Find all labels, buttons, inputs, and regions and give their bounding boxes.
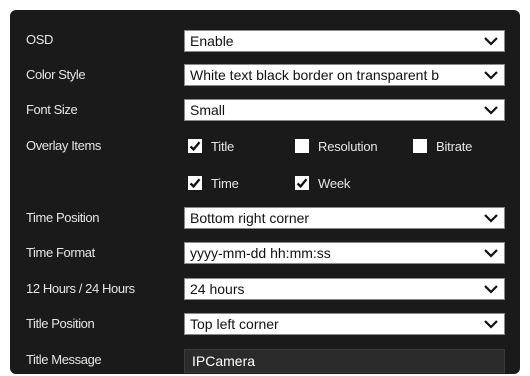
chevron-down-icon: [484, 320, 498, 329]
title-position-select[interactable]: Top left corner: [184, 313, 505, 335]
time-position-select[interactable]: Bottom right corner: [184, 207, 505, 229]
overlay-bitrate-label: Bitrate: [436, 138, 473, 154]
osd-select-value: Enable: [190, 33, 234, 49]
title-message-input[interactable]: IPCamera: [184, 349, 505, 373]
checkmark-icon: [296, 178, 308, 189]
overlay-time-label: Time: [211, 175, 239, 191]
checkbox-box[interactable]: [188, 139, 202, 153]
checkmark-icon: [189, 178, 201, 189]
chevron-down-icon: [484, 214, 498, 223]
time-position-select-value: Bottom right corner: [190, 210, 310, 226]
hour-mode-select-value: 24 hours: [190, 281, 245, 297]
chevron-down-icon: [484, 37, 498, 46]
font-size-select-value: Small: [190, 102, 226, 118]
chevron-down-icon: [484, 285, 498, 294]
color-style-select[interactable]: White text black border on transparent b: [184, 64, 505, 86]
time-format-label: Time Format: [26, 245, 95, 260]
time-format-select-value: yyyy-mm-dd hh:mm:ss: [190, 245, 331, 261]
time-format-select[interactable]: yyyy-mm-dd hh:mm:ss: [184, 242, 505, 264]
title-message-label: Title Message: [26, 352, 102, 367]
title-position-select-value: Top left corner: [190, 316, 279, 332]
hour-mode-label: 12 Hours / 24 Hours: [26, 281, 135, 296]
osd-select[interactable]: Enable: [184, 30, 505, 52]
overlay-bitrate-checkbox[interactable]: Bitrate: [413, 138, 472, 154]
color-style-label: Color Style: [26, 67, 86, 82]
overlay-resolution-label: Resolution: [318, 138, 378, 154]
overlay-title-checkbox[interactable]: Title: [188, 138, 234, 154]
checkbox-box[interactable]: [295, 139, 309, 153]
font-size-select[interactable]: Small: [184, 99, 505, 121]
overlay-week-label: Week: [318, 175, 351, 191]
color-style-select-value: White text black border on transparent b: [190, 67, 440, 83]
title-position-label: Title Position: [26, 316, 95, 331]
checkbox-box[interactable]: [188, 176, 202, 190]
osd-label: OSD: [26, 32, 53, 47]
chevron-down-icon: [484, 249, 498, 258]
overlay-items-label: Overlay Items: [26, 138, 101, 153]
font-size-label: Font Size: [26, 102, 78, 117]
hour-mode-select[interactable]: 24 hours: [184, 278, 505, 300]
overlay-time-checkbox[interactable]: Time: [188, 175, 239, 191]
overlay-resolution-checkbox[interactable]: Resolution: [295, 138, 378, 154]
checkbox-box[interactable]: [413, 139, 427, 153]
chevron-down-icon: [484, 106, 498, 115]
overlay-week-checkbox[interactable]: Week: [295, 175, 350, 191]
checkmark-icon: [189, 141, 201, 152]
checkbox-box[interactable]: [295, 176, 309, 190]
time-position-label: Time Position: [26, 210, 100, 225]
chevron-down-icon: [484, 71, 498, 80]
overlay-title-label: Title: [211, 138, 235, 154]
